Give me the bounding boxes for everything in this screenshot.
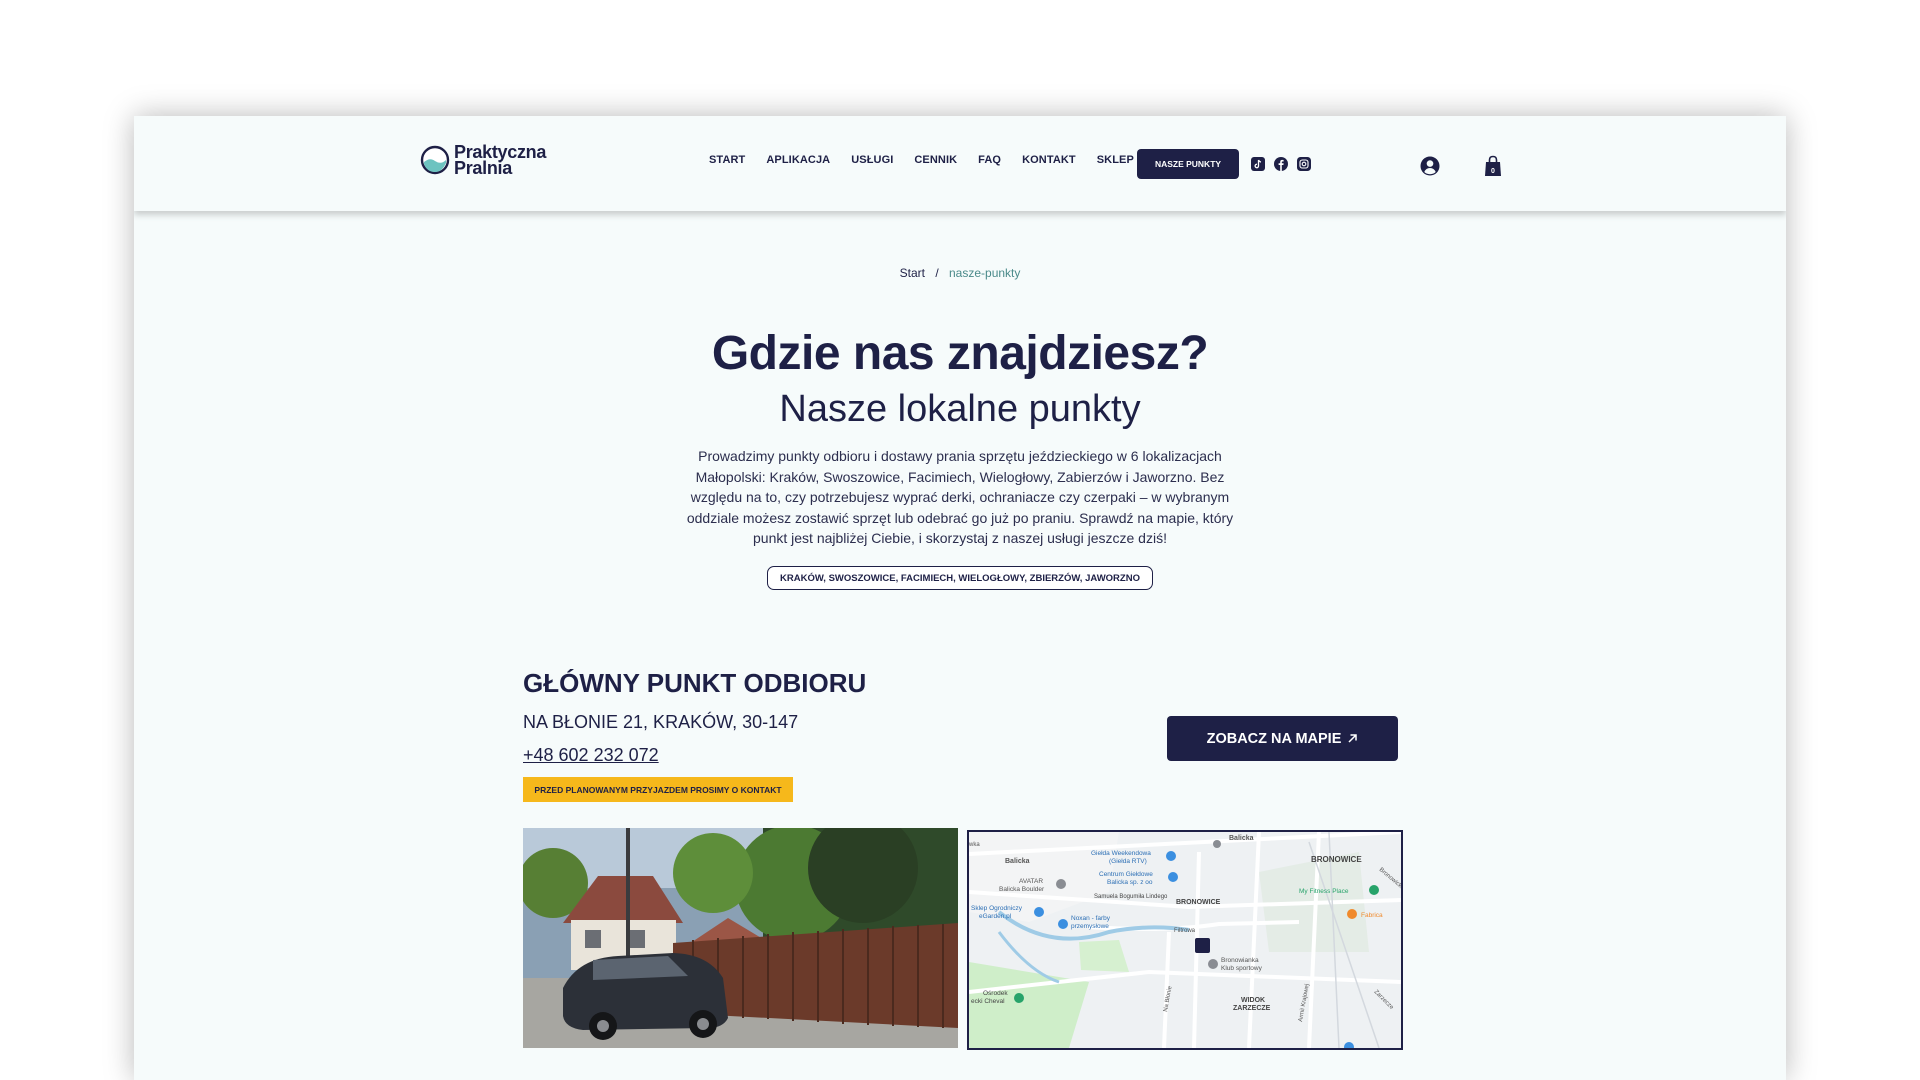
nav-item-cennik[interactable]: CENNIK (914, 154, 957, 166)
page-title: Gdzie nas znajdziesz? (711, 327, 1209, 380)
bag-icon[interactable]: 0 (1484, 155, 1502, 177)
see-on-map-label: ZOBACZ NA MAPIE (1206, 730, 1342, 747)
map-label-bronowianka-sub: Klub sportowy (1221, 965, 1263, 972)
locations-badge: KRAKÓW, SWOSZOWICE, FACIMIECH, WIELOGŁOW… (767, 566, 1153, 590)
map-label-balicka-left: Balicka (1005, 858, 1030, 865)
breadcrumb-home[interactable]: Start (900, 266, 925, 280)
nav-item-faq[interactable]: FAQ (978, 154, 1001, 166)
map-label-centrum: Centrum Giełdowe (1099, 871, 1153, 878)
cart-count: 0 (1491, 168, 1495, 175)
social-links (1251, 157, 1311, 171)
map-label-noxan-sub: przemysłowe (1071, 923, 1109, 930)
arrow-up-right-icon (1348, 734, 1358, 743)
location-photo (523, 828, 958, 1048)
site-header: Praktyczna Pralnia START APLIKACJA USŁUG… (134, 116, 1786, 211)
map-label-fabrica: Fabrica (1361, 912, 1383, 919)
brand-logo[interactable]: Praktyczna Pralnia (420, 143, 546, 178)
map-label-filtrowa: Filtrowa (1174, 928, 1196, 934)
facebook-icon[interactable] (1274, 157, 1288, 171)
nav-item-aplikacja[interactable]: APLIKACJA (766, 154, 830, 166)
tiktok-icon[interactable] (1251, 157, 1265, 171)
page-subtitle: Nasze lokalne punkty (779, 388, 1141, 430)
nav-item-start[interactable]: START (709, 154, 745, 166)
map-label-sklep: Sklep Ogrodniczy (971, 905, 1023, 912)
breadcrumb-separator: / (935, 266, 939, 280)
browser-page: Praktyczna Pralnia START APLIKACJA USŁUG… (134, 116, 1786, 1080)
intro-description: Prowadzimy punkty odbioru i dostawy pran… (686, 448, 1234, 546)
map-image: Balicka Balicka Giełda Weekendowa (Giełd… (969, 832, 1401, 1048)
map-label-bronowice-top: BRONOWICE (1311, 855, 1362, 864)
nasze-punkty-button[interactable]: NASZE PUNKTY (1137, 149, 1239, 179)
nav-item-uslugi[interactable]: USŁUGI (851, 154, 893, 166)
nav-item-kontakt[interactable]: KONTAKT (1022, 154, 1076, 166)
contact-notice-badge: PRZED PLANOWANYM PRZYJAZDEM PROSIMY O KO… (523, 777, 793, 802)
user-icon[interactable] (1420, 156, 1440, 176)
map-label-bronowianka: Bronowianka (1221, 957, 1259, 964)
main-point-title: GŁÓWNY PUNKT ODBIORU (523, 668, 867, 698)
map-label-osrodek: Ośrodek (983, 990, 1008, 997)
map-label-centrum-sub: Balicka sp. z oo (1107, 879, 1153, 886)
map-label-balicka-top: Balicka (1229, 835, 1254, 842)
brand-line-2: Pralnia (454, 158, 512, 178)
map-label-osrodek-sub: ecki Cheval (971, 998, 1005, 1005)
map-label-widok: WIDOK (1241, 997, 1265, 1004)
breadcrumb-current: nasze-punkty (949, 266, 1021, 280)
map-label-gielda-sub: (Giełda RTV) (1109, 858, 1147, 865)
location-map[interactable]: Balicka Balicka Giełda Weekendowa (Giełd… (967, 830, 1403, 1050)
main-nav: START APLIKACJA USŁUGI CENNIK FAQ KONTAK… (709, 154, 1155, 166)
instagram-icon[interactable] (1297, 157, 1311, 171)
map-label-noxan: Noxan - farby (1071, 915, 1111, 922)
logo-icon (420, 145, 450, 175)
map-label-bogumila: Samuela Bogumiła Lindego (1094, 894, 1168, 900)
main-point-address: NA BŁONIE 21, KRAKÓW, 30-147 (523, 712, 799, 732)
map-label-fitness: My Fitness Place (1299, 888, 1349, 895)
map-label-sklep-sub: eGarden.pl (979, 913, 1012, 920)
map-label-zarzecze: ZARZECZE (1233, 1005, 1271, 1012)
map-label-avatar-sub: Balicka Boulder (999, 886, 1045, 893)
breadcrumb: Start / nasze-punkty (134, 266, 1786, 280)
map-label-gielda: Giełda Weekendowa (1091, 850, 1151, 857)
map-label-bronowice-mid: BRONOWICE (1176, 899, 1221, 906)
brand-name: Praktyczna Pralnia (454, 143, 546, 178)
map-label-avatar: AVATAR (1019, 878, 1043, 885)
map-label-wka: wka (969, 842, 980, 848)
see-on-map-button[interactable]: ZOBACZ NA MAPIE (1167, 716, 1398, 761)
nav-item-sklep[interactable]: SKLEP (1097, 154, 1134, 166)
street-view-image (523, 828, 958, 1048)
main-point-phone-link[interactable]: +48 602 232 072 (523, 745, 659, 766)
